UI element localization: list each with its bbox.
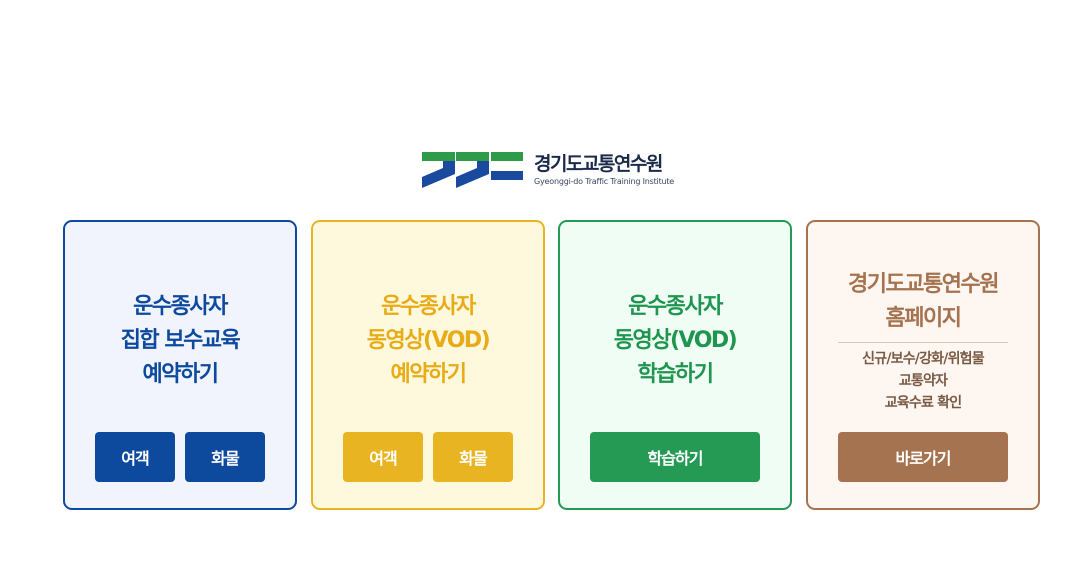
freight-button[interactable]: 화물 <box>185 432 265 482</box>
logo-name: 경기도교통연수원 <box>534 153 663 175</box>
card-vod-reservation: 운수종사자 동영상(VOD) 예약하기 여객 화물 <box>311 220 545 510</box>
card-group-training-reservation: 운수종사자 집합 보수교육 예약하기 여객 화물 <box>63 220 297 510</box>
go-homepage-button[interactable]: 바로가기 <box>838 432 1008 482</box>
card-title: 운수종사자 집합 보수교육 예약하기 <box>120 294 241 387</box>
divider <box>838 342 1008 343</box>
card-title: 운수종사자 동영상(VOD) 학습하기 <box>613 294 738 387</box>
card-title: 경기도교통연수원 홈페이지 <box>848 272 999 331</box>
learn-button[interactable]: 학습하기 <box>590 432 760 482</box>
card-vod-learning: 운수종사자 동영상(VOD) 학습하기 학습하기 <box>558 220 792 510</box>
passenger-button[interactable]: 여객 <box>343 432 423 482</box>
card-title: 운수종사자 동영상(VOD) 예약하기 <box>366 294 491 387</box>
freight-button[interactable]: 화물 <box>433 432 513 482</box>
passenger-button[interactable]: 여객 <box>95 432 175 482</box>
institute-logo: 경기도교통연수원 Gyeonggi-do Traffic Training In… <box>421 150 674 190</box>
card-description: 신규/보수/강화/위험물 교통약자 교육수료 확인 <box>862 351 984 411</box>
card-homepage: 경기도교통연수원 홈페이지 신규/보수/강화/위험물 교통약자 교육수료 확인 … <box>806 220 1040 510</box>
logo-subtitle: Gyeonggi-do Traffic Training Institute <box>534 177 675 186</box>
institute-emblem-icon <box>422 152 523 188</box>
